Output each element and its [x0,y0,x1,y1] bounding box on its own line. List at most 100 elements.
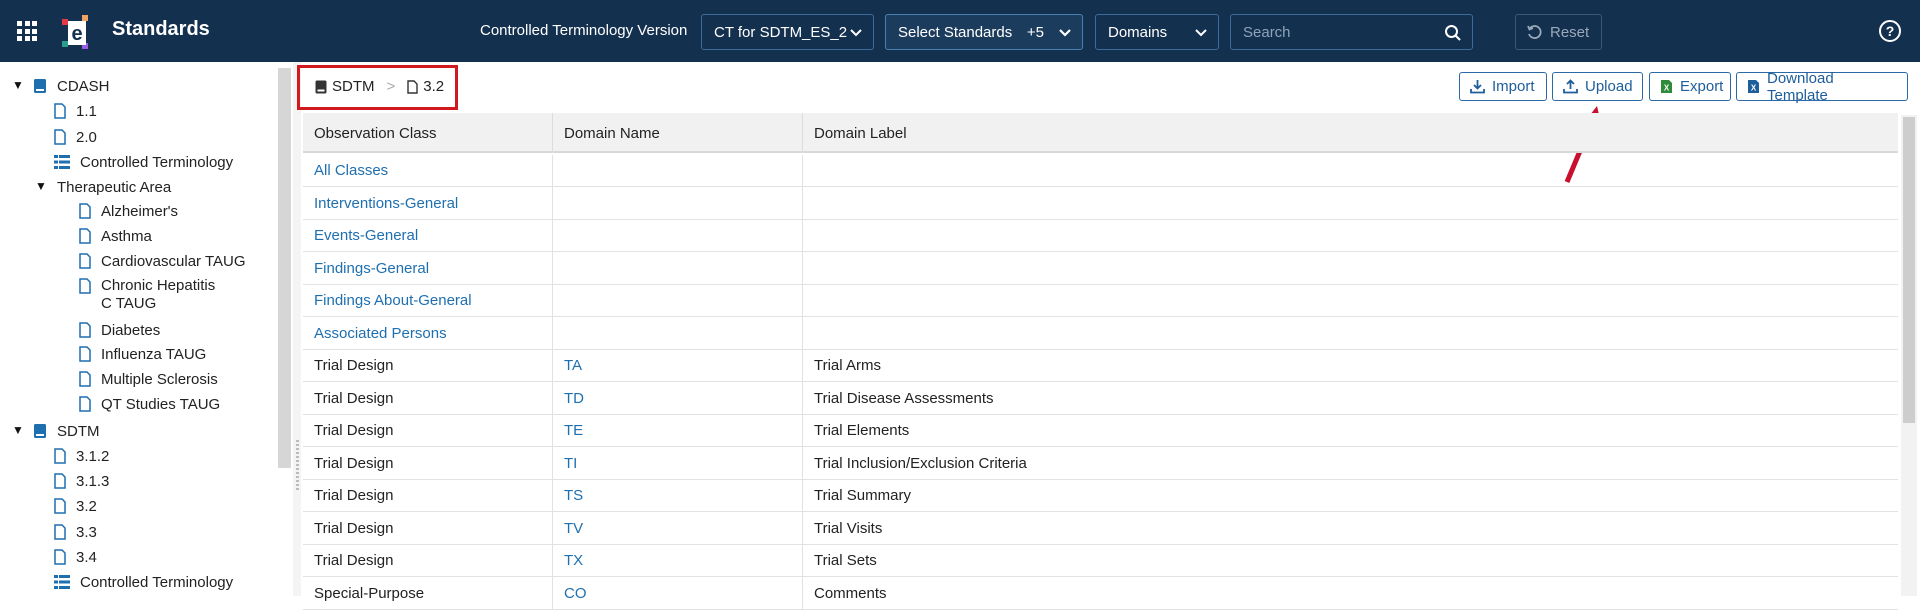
search-input[interactable]: Search [1230,14,1473,50]
table-row[interactable]: Trial Design TD Trial Disease Assessments [303,382,1898,415]
table-header-row: Observation Class Domain Name Domain Lab… [303,113,1898,153]
table-row[interactable]: Events-General [303,219,1898,252]
tree-node-ta-item[interactable]: Cardiovascular TAUG [79,251,246,271]
tree-node-ta-item[interactable]: QT Studies TAUG [79,394,220,414]
tree-node-ta-item[interactable]: Asthma [79,226,152,246]
breadcrumb-current: 3.2 [423,78,445,95]
tree-node-label: Alzheimer's [101,202,179,220]
cell-observation-class[interactable]: All Classes [303,154,553,187]
table-row[interactable]: Special-Purpose CO Comments [303,577,1898,610]
tree-node-ta-item[interactable]: Alzheimer's [79,201,178,221]
tree-node-sdtm-version[interactable]: 3.4 [54,547,97,567]
ct-version-select[interactable]: CT for SDTM_ES_2 [701,14,874,50]
pane-splitter[interactable] [293,62,301,596]
splitter-handle[interactable] [296,440,299,490]
upload-button[interactable]: Upload [1552,72,1643,101]
tree-node-label: SDTM [57,422,100,440]
cell-observation-class: Trial Design [303,512,553,544]
table-row[interactable]: Trial Design TX Trial Sets [303,544,1898,577]
table-row[interactable]: Trial Design TE Trial Elements [303,414,1898,447]
tree-node-ta-item[interactable]: Multiple Sclerosis [79,369,218,389]
file-icon [54,473,66,489]
cell-observation-class[interactable]: Interventions-General [303,187,553,219]
cell-domain-name[interactable]: TA [553,349,803,382]
collapse-toggle-icon[interactable]: ▼ [12,78,24,92]
cell-domain-name[interactable]: TD [553,382,803,414]
tree-node-sdtm-version[interactable]: 3.2 [54,496,97,516]
column-header-observation-class[interactable]: Observation Class [303,113,553,153]
list-icon [54,575,70,589]
domains-select[interactable]: Domains [1095,14,1219,50]
tree-node-sdtm-version[interactable]: 3.1.3 [54,471,109,491]
tree-node-ta-item[interactable]: Diabetes [79,320,160,340]
reset-icon [1527,25,1542,39]
column-header-domain-name[interactable]: Domain Name [553,113,803,153]
reset-label: Reset [1550,23,1590,41]
cell-observation-class[interactable]: Findings-General [303,252,553,284]
table-row[interactable]: Trial Design TV Trial Visits [303,512,1898,545]
ct-version-label: Controlled Terminology Version [480,22,688,39]
tree-node-label: Multiple Sclerosis [101,370,218,388]
app-grid-icon[interactable] [17,21,37,41]
standards-select[interactable]: Select Standards +5 [885,14,1083,50]
chevron-down-icon [850,29,862,37]
table-row[interactable]: Findings-General [303,252,1898,285]
table-row[interactable]: All Classes [303,154,1898,187]
table-row[interactable]: Trial Design TI Trial Inclusion/Exclusion … [303,447,1898,480]
table-row[interactable]: Findings About-General [303,284,1898,317]
cell-domain-name[interactable]: TX [553,544,803,577]
chevron-down-icon [1059,29,1071,37]
cell-domain-label: Trial Disease Assessments [814,389,994,407]
cell-observation-class[interactable]: Events-General [303,219,553,252]
tree-node-ta-item[interactable]: Influenza TAUG [79,344,206,364]
cell-observation-class[interactable]: Findings About-General [303,284,553,317]
tree-node-ta-item[interactable]: Chronic Hepatitis C TAUG [79,277,229,317]
cell-domain-name[interactable]: TS [553,479,803,512]
collapse-toggle-icon[interactable]: ▼ [35,179,47,193]
tree-node-sdtm-version[interactable]: 3.1.2 [54,446,109,466]
tree-node-label: Therapeutic Area [57,178,172,196]
table-row[interactable]: Trial Design TS Trial Summary [303,479,1898,512]
file-icon [54,103,66,119]
cell-observation-class[interactable]: Associated Persons [303,317,553,349]
cell-domain-name[interactable]: TE [553,414,803,447]
tree-node-therapeutic-area[interactable]: ▼ Therapeutic Area [35,177,172,197]
file-icon [54,524,66,540]
table-scrollbar[interactable] [1901,115,1917,596]
file-icon [54,129,66,145]
tree-node-sdtm[interactable]: ▼ SDTM [12,421,100,441]
column-header-domain-label[interactable]: Domain Label [803,113,1898,153]
table-row[interactable]: Interventions-General [303,187,1898,220]
tree-node-sdtm-ct[interactable]: Controlled Terminology [54,572,233,592]
table-row[interactable]: Trial Design TA Trial Arms [303,349,1898,382]
file-icon [54,549,66,565]
cell-domain-label [803,285,1898,317]
tree-node-label: CDASH [57,77,110,95]
tree-node-cdash-1-1[interactable]: 1.1 [54,101,97,121]
breadcrumb-root[interactable]: SDTM [332,78,375,95]
export-button[interactable]: X Export [1649,72,1731,101]
cell-domain-label: Trial Inclusion/Exclusion Criteria [814,454,1027,472]
tree-node-label: QT Studies TAUG [101,395,221,413]
table-row[interactable]: Associated Persons [303,317,1898,350]
tree-node-sdtm-version[interactable]: 3.3 [54,522,97,542]
cell-domain-name[interactable]: TV [553,512,803,544]
scrollbar-thumb[interactable] [1903,117,1915,423]
tree-node-label: Chronic Hepatitis C TAUG [101,277,216,312]
tree-node-cdash-ct[interactable]: Controlled Terminology [54,152,233,172]
tree-node-cdash[interactable]: ▼ CDASH [12,76,110,96]
import-icon [1470,79,1485,94]
file-icon [407,79,418,94]
search-icon[interactable] [1444,24,1462,42]
breadcrumb: SDTM > 3.2 [315,78,444,95]
download-template-button[interactable]: X Download Template [1736,70,1908,104]
file-icon [79,396,91,412]
collapse-toggle-icon[interactable]: ▼ [12,423,24,437]
tree-node-cdash-2-0[interactable]: 2.0 [54,127,97,147]
import-button[interactable]: Import [1459,72,1547,101]
sidebar-scrollbar[interactable] [278,68,291,468]
cell-domain-name[interactable]: TI [553,447,803,479]
help-icon[interactable]: ? [1879,20,1901,42]
reset-button[interactable]: Reset [1515,14,1602,50]
cell-domain-name[interactable]: CO [553,577,803,609]
